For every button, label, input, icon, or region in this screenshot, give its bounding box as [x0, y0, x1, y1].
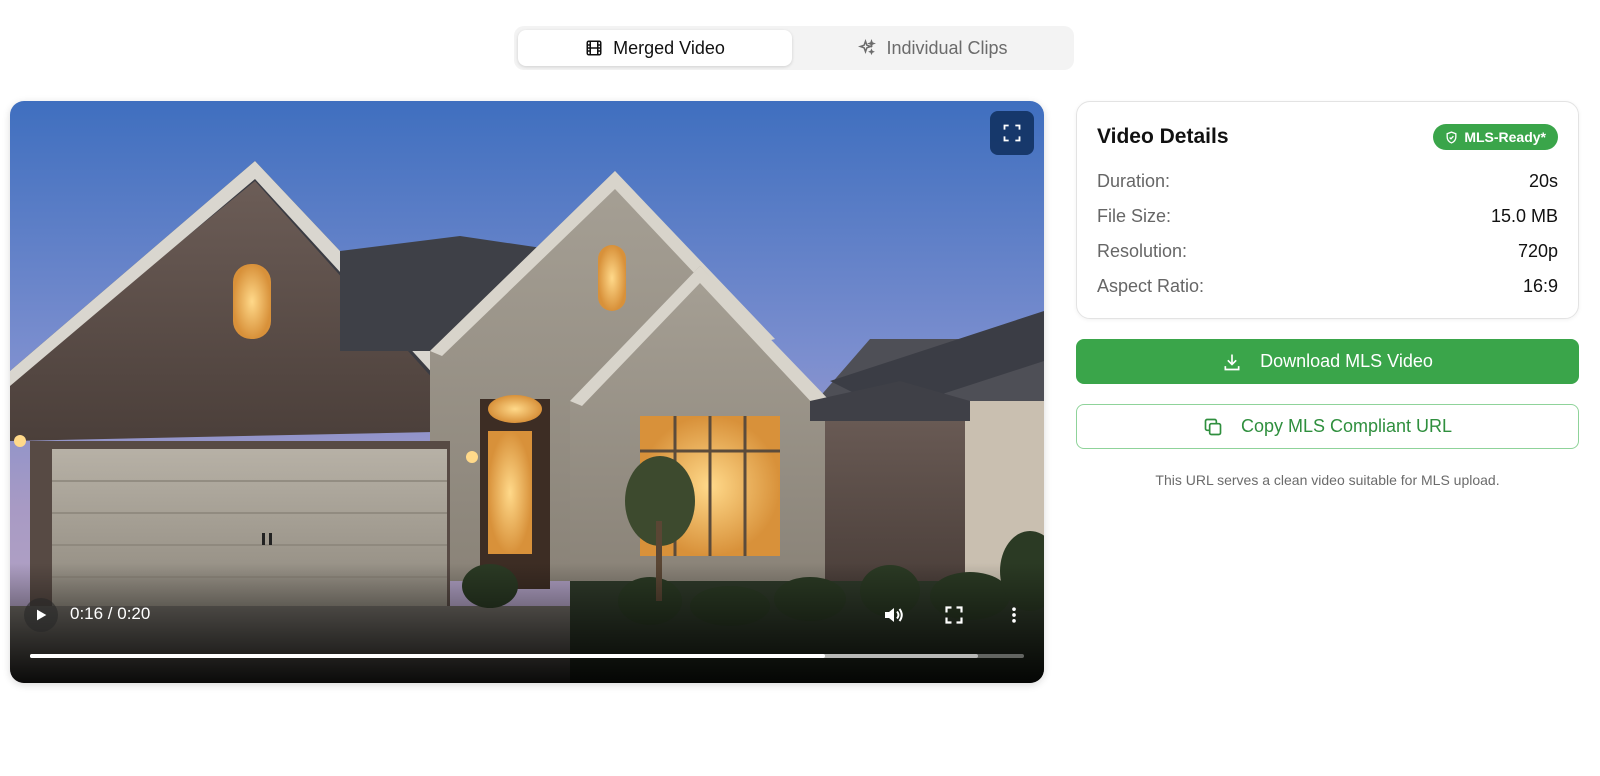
detail-key: Aspect Ratio:: [1097, 276, 1205, 296]
detail-row-resolution: Resolution: 720p: [1097, 234, 1558, 269]
tab-merged-video[interactable]: Merged Video: [518, 30, 792, 66]
mls-url-note: This URL serves a clean video suitable f…: [1155, 472, 1500, 488]
download-icon: [1224, 354, 1240, 370]
detail-key: Resolution:: [1097, 241, 1188, 261]
detail-value: 15.0 MB: [1490, 206, 1558, 226]
detail-key: Duration:: [1097, 171, 1171, 191]
mls-ready-badge: MLS-Ready*: [1433, 124, 1558, 150]
time-display: 0:16 / 0:20: [70, 604, 151, 623]
copy-label: Copy MLS Compliant URL: [1240, 416, 1453, 436]
download-mls-video-button[interactable]: Download MLS Video: [1076, 339, 1579, 384]
more-options-button[interactable]: [1000, 601, 1028, 629]
play-button[interactable]: [24, 598, 58, 632]
copy-icon: [1204, 418, 1222, 435]
detail-value: 720p: [1517, 241, 1558, 261]
video-details-card: Video Details MLS-Ready* Duration: 20s F…: [1076, 101, 1579, 319]
download-label: Download MLS Video: [1260, 351, 1433, 371]
shield-check-icon: [1446, 130, 1457, 144]
progress-bar[interactable]: [30, 654, 1024, 658]
fullscreen-button[interactable]: [940, 601, 968, 629]
badge-label: MLS-Ready*: [1464, 129, 1546, 145]
more-vertical-icon: [1012, 607, 1016, 623]
details-title: Video Details: [1097, 125, 1229, 148]
copy-mls-url-button[interactable]: Copy MLS Compliant URL: [1076, 404, 1579, 449]
detail-row-aspect-ratio: Aspect Ratio: 16:9: [1097, 269, 1558, 304]
tab-label: Individual Clips: [886, 37, 1008, 58]
volume-icon: [885, 608, 903, 622]
tab-individual-clips[interactable]: Individual Clips: [796, 30, 1070, 66]
expand-icon: [1003, 124, 1021, 142]
detail-value: 20s: [1528, 171, 1558, 191]
detail-row-file-size: File Size: 15.0 MB: [1097, 199, 1558, 234]
volume-button[interactable]: [880, 601, 908, 629]
fullscreen-icon: [945, 606, 963, 624]
detail-value: 16:9: [1522, 276, 1558, 296]
film-icon: [586, 40, 602, 56]
expand-button[interactable]: [990, 111, 1034, 155]
tab-label: Merged Video: [613, 37, 725, 58]
detail-row-duration: Duration: 20s: [1097, 164, 1558, 199]
detail-key: File Size:: [1097, 206, 1172, 226]
view-tabs: Merged Video Individual Clips: [514, 26, 1074, 70]
sparkles-icon: [858, 39, 877, 56]
progress-played: [30, 654, 826, 658]
play-icon: [37, 609, 47, 621]
video-player[interactable]: 0:16 / 0:20: [10, 101, 1044, 683]
